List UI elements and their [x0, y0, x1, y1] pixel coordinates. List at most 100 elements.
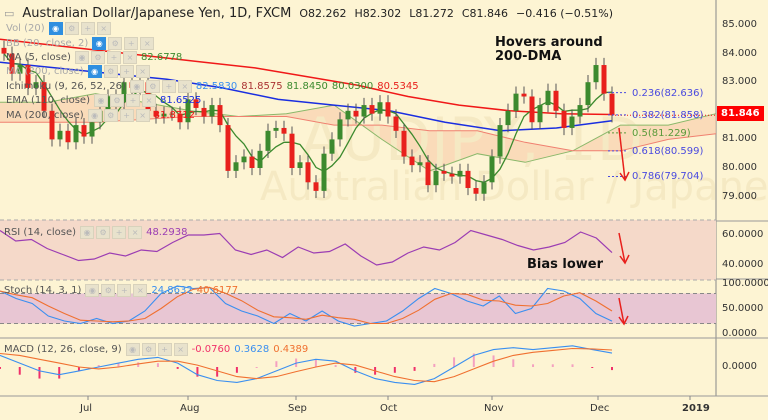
legend-vol[interactable]: Vol (20) ◉ ⚙ + × — [6, 22, 111, 35]
plus-icon[interactable]: + — [157, 343, 172, 356]
gear-icon[interactable]: ⚙ — [64, 22, 79, 35]
rsi-tick: 60.0000 — [722, 229, 764, 240]
candle-body — [369, 105, 375, 114]
eye-icon[interactable]: ◉ — [80, 226, 95, 239]
stoch-tick: 100.0000 — [722, 277, 768, 289]
gear-icon[interactable]: ⚙ — [108, 37, 123, 50]
gear-icon[interactable]: ⚙ — [90, 51, 105, 64]
candle-body — [433, 170, 439, 186]
candle-body — [305, 162, 311, 183]
plus-icon[interactable]: + — [80, 22, 95, 35]
legend-label: Vol (20) — [6, 23, 45, 34]
close-icon[interactable]: × — [140, 37, 155, 50]
eye-icon[interactable]: ◉ — [129, 80, 144, 93]
plus-icon[interactable]: + — [125, 94, 140, 107]
plus-icon[interactable]: + — [161, 80, 176, 93]
legend-ichimoku[interactable]: Ichimoku (9, 26, 52, 26) ◉ ⚙ + × 82.5830 81.… — [6, 80, 419, 93]
legend-value: 24.8632 — [151, 285, 193, 296]
legend-value: 81.8575 — [241, 81, 283, 92]
candle-body — [385, 102, 391, 117]
eye-icon[interactable]: ◉ — [85, 284, 100, 297]
eye-icon[interactable]: ◉ — [92, 37, 107, 50]
price-tick: 80.000 — [722, 162, 757, 173]
legend-value: 80.0300 — [331, 81, 374, 92]
gear-icon[interactable]: ⚙ — [96, 226, 111, 239]
symbol-title[interactable]: Australian Dollar/Japanese Yen, 1D, FXCM — [22, 6, 291, 21]
legend-ma200[interactable]: MA (200, close) ◉ ⚙ + × 81.8712 — [6, 109, 195, 122]
legend-label: MA (200, close) — [6, 66, 84, 77]
price-tick: 85.000 — [722, 19, 757, 30]
candle-body — [569, 116, 575, 128]
macd-histogram-bar — [275, 361, 278, 367]
eye-icon[interactable]: ◉ — [48, 22, 63, 35]
candle-body — [201, 107, 207, 117]
annotation-line: Hovers around — [495, 35, 603, 50]
gear-icon[interactable]: ⚙ — [145, 80, 160, 93]
gear-icon[interactable]: ⚙ — [141, 343, 156, 356]
close-icon[interactable]: × — [135, 65, 150, 78]
fib-label: 0.236(82.636) — [632, 87, 704, 99]
gear-icon[interactable]: ⚙ — [103, 65, 118, 78]
legend-macd[interactable]: MACD (12, 26, close, 9) ◉ ⚙ + × -0.0760 0.3628… — [4, 343, 308, 356]
close-icon[interactable]: × — [133, 284, 148, 297]
macd-histogram-bar — [354, 367, 357, 373]
candle-body — [561, 110, 567, 128]
legend-value: 48.2938 — [146, 227, 188, 238]
candle-body — [513, 93, 519, 111]
close-icon[interactable]: × — [141, 94, 156, 107]
legend-label: BB (20, close, 2) — [6, 38, 89, 49]
plus-icon[interactable]: + — [106, 51, 121, 64]
legend-ema[interactable]: EMA (110, close) ◉ ⚙ + × 81.6525 — [6, 94, 201, 107]
legend-label: MA (5, close) — [6, 52, 71, 63]
plus-icon[interactable]: + — [112, 226, 127, 239]
time-tick: 2019 — [682, 403, 710, 414]
close-icon[interactable]: × — [122, 51, 137, 64]
time-tick: Dec — [590, 403, 610, 414]
plus-icon[interactable]: + — [119, 109, 134, 122]
gear-icon[interactable]: ⚙ — [103, 109, 118, 122]
eye-icon[interactable]: ◉ — [93, 94, 108, 107]
eye-icon[interactable]: ◉ — [125, 343, 140, 356]
eye-icon[interactable]: ◉ — [87, 65, 102, 78]
candle-body — [409, 156, 415, 166]
annotation-bias: Bias lower — [527, 257, 604, 272]
fib-label: 0.382(81.858) — [632, 109, 704, 121]
eye-icon[interactable]: ◉ — [74, 51, 89, 64]
fib-label: 0.5(81.229) — [632, 127, 691, 139]
plus-icon[interactable]: + — [119, 65, 134, 78]
legend-rsi[interactable]: RSI (14, close) ◉ ⚙ + × 48.2938 — [4, 226, 187, 239]
candle-body — [465, 170, 471, 189]
close-icon[interactable]: × — [135, 109, 150, 122]
legend-ma200-hidden[interactable]: MA (200, close) ◉ ⚙ + × — [6, 65, 150, 78]
candle-body — [473, 188, 479, 194]
plus-icon[interactable]: + — [124, 37, 139, 50]
gear-icon[interactable]: ⚙ — [101, 284, 116, 297]
legend-label: Stoch (14, 3, 1) — [4, 285, 82, 296]
legend-stoch[interactable]: Stoch (14, 3, 1) ◉ ⚙ + × 24.8632 40.6177 — [4, 284, 238, 297]
candle-body — [321, 153, 327, 191]
close-icon[interactable]: × — [128, 226, 143, 239]
candle-body — [217, 105, 223, 126]
candle-body — [393, 116, 399, 131]
close-icon[interactable]: × — [173, 343, 188, 356]
eye-icon[interactable]: ◉ — [87, 109, 102, 122]
legend-bb[interactable]: BB (20, close, 2) ◉ ⚙ + × — [6, 37, 155, 50]
legend-ma5[interactable]: MA (5, close) ◉ ⚙ + × 82.6778 — [6, 51, 182, 64]
stoch-tick: 50.0000 — [722, 302, 764, 314]
candle-body — [81, 125, 87, 137]
candle-body — [481, 182, 487, 194]
plus-icon[interactable]: + — [117, 284, 132, 297]
gear-icon[interactable]: ⚙ — [109, 94, 124, 107]
macd-histogram-bar — [551, 364, 554, 367]
macd-histogram-bar — [255, 367, 258, 368]
menu-icon[interactable]: ▭ — [4, 7, 14, 20]
legend-label: MA (200, close) — [6, 110, 84, 121]
legend-value: 80.5345 — [377, 81, 419, 92]
chart-header: ▭ Australian Dollar/Japanese Yen, 1D, FX… — [4, 6, 613, 21]
close-icon[interactable]: × — [177, 80, 192, 93]
close-icon[interactable]: × — [96, 22, 111, 35]
candle-body — [505, 110, 511, 126]
legend-value: 0.3628 — [234, 344, 270, 355]
candle-body — [577, 105, 583, 117]
candle-body — [281, 127, 287, 134]
